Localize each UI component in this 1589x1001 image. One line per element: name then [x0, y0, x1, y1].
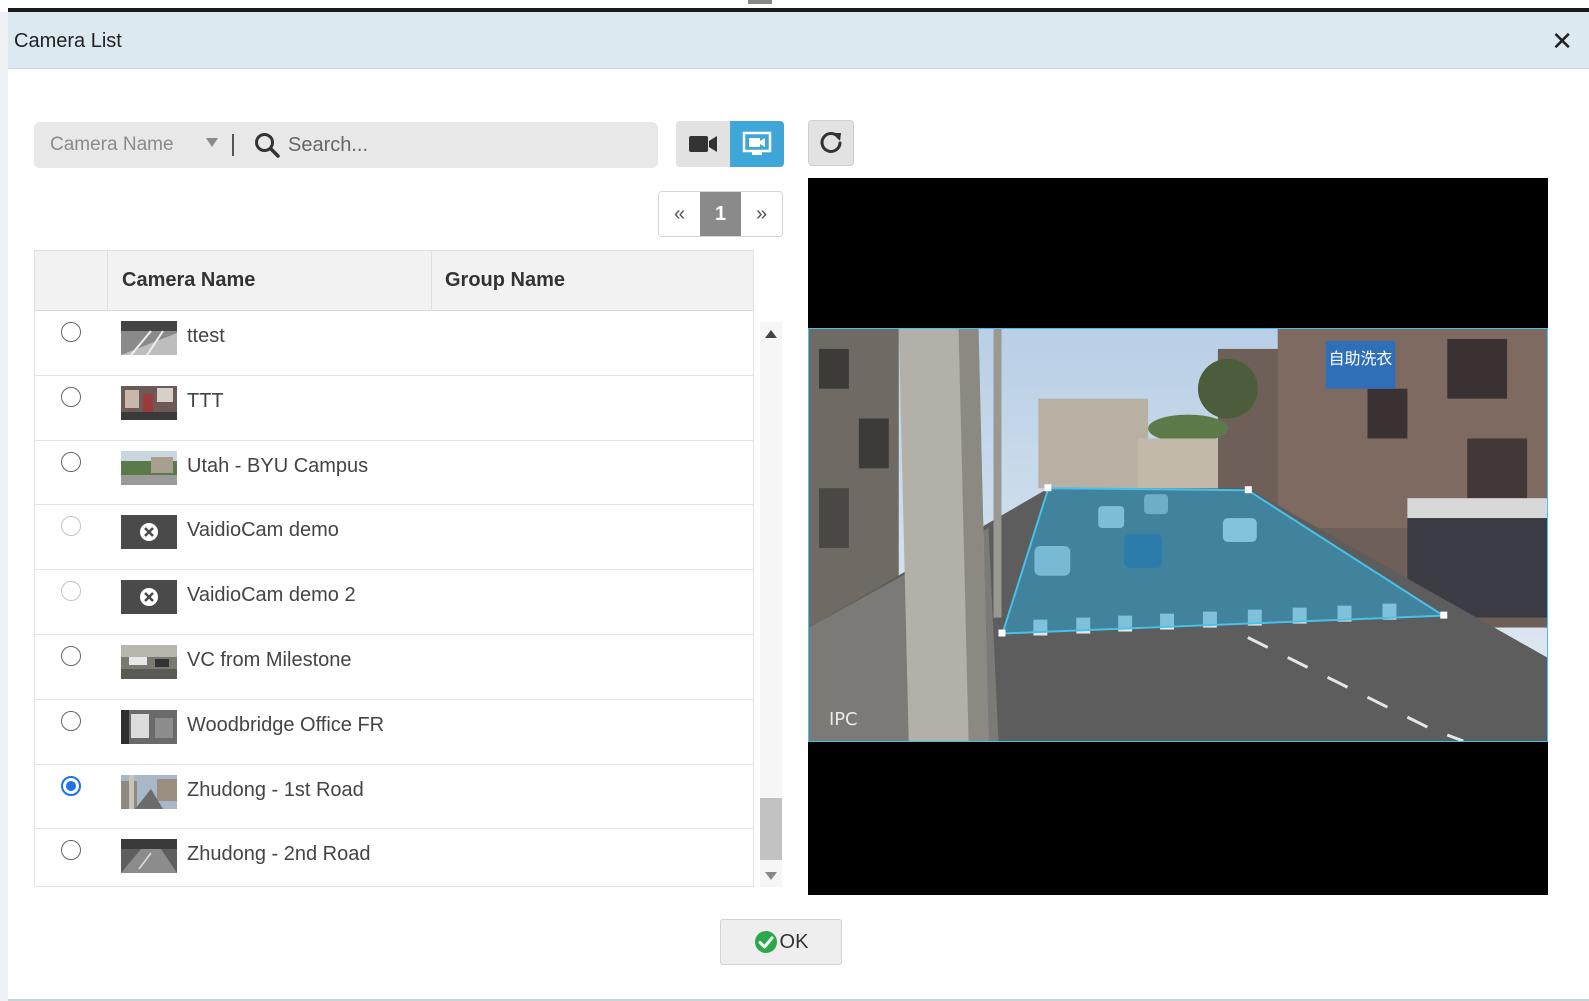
close-icon[interactable]: ✕ [1551, 26, 1573, 57]
search-icon [255, 133, 280, 158]
header-camera-name[interactable]: Camera Name [122, 269, 255, 292]
screen-camera-icon [742, 131, 772, 155]
camera-thumbnail [121, 839, 177, 874]
scroll-down-icon[interactable] [765, 872, 777, 880]
table-scrollbar[interactable] [760, 322, 782, 887]
row-radio[interactable] [61, 322, 81, 342]
camera-name: TTT [187, 389, 224, 412]
header-divider [431, 251, 432, 311]
row-radio[interactable] [61, 451, 81, 472]
dialog-titlebar: Camera List ✕ [8, 12, 1589, 69]
camera-name: Woodbridge Office FR [187, 713, 385, 736]
camera-view-button[interactable] [676, 121, 730, 167]
search-input[interactable] [288, 128, 638, 162]
preview-video-frame: 自助洗衣 IPC [808, 328, 1548, 742]
ok-label: OK [779, 930, 809, 953]
camera-name: Zhudong - 2nd Road [187, 843, 371, 866]
table-row[interactable]: VaidioCam demo [35, 505, 753, 571]
row-radio[interactable] [61, 581, 81, 602]
search-box [230, 122, 658, 168]
check-circle-icon [754, 931, 777, 953]
shop-sign: 自助洗衣 [1329, 349, 1393, 368]
filter-field-select[interactable]: Camera Name [34, 122, 228, 168]
background-edge [0, 12, 8, 1001]
video-watermark: IPC [829, 709, 858, 730]
filter-field-value: Camera Name [50, 134, 174, 155]
camera-offline-icon [121, 580, 177, 615]
camera-table: Camera Name Group Name ttest TTT Utah - … [34, 250, 754, 887]
camera-name: ttest [187, 325, 225, 347]
row-radio[interactable] [61, 386, 81, 407]
row-radio[interactable] [61, 710, 81, 731]
pager-prev-button[interactable]: « [659, 192, 700, 236]
video-camera-icon [689, 136, 717, 152]
table-row[interactable]: TTT [35, 375, 753, 441]
scroll-thumb[interactable] [760, 798, 782, 860]
camera-name: VaidioCam demo [187, 519, 339, 542]
camera-thumbnail [121, 644, 177, 679]
filter-bar: Camera Name [34, 122, 658, 168]
camera-offline-icon [121, 515, 177, 550]
table-row[interactable]: VC from Milestone [35, 634, 753, 700]
table-body: ttest TTT Utah - BYU Campus VaidioCam de… [35, 311, 753, 886]
table-row[interactable]: ttest [35, 311, 753, 376]
row-radio[interactable] [61, 645, 81, 666]
top-handle [748, 0, 772, 4]
row-radio[interactable] [61, 516, 81, 537]
scroll-up-icon[interactable] [765, 330, 777, 338]
chevron-down-icon [206, 138, 218, 147]
header-group-name[interactable]: Group Name [445, 269, 565, 292]
row-radio[interactable] [61, 775, 81, 796]
dialog-title: Camera List [14, 30, 122, 52]
ok-button[interactable]: OK [720, 919, 842, 965]
row-radio[interactable] [61, 840, 81, 861]
camera-thumbnail [121, 450, 177, 485]
pagination: « 1 » [658, 191, 783, 237]
pager-page-button[interactable]: 1 [700, 192, 741, 236]
refresh-icon [820, 132, 842, 153]
pager-next-button[interactable]: » [741, 192, 782, 236]
table-header: Camera Name Group Name [35, 251, 753, 311]
camera-preview: 自助洗衣 IPC [808, 178, 1548, 895]
camera-name: VC from Milestone [187, 648, 352, 671]
camera-thumbnail [121, 709, 177, 744]
camera-thumbnail [121, 385, 177, 420]
camera-thumbnail [121, 774, 177, 809]
camera-thumbnail [121, 321, 177, 355]
camera-list-dialog: Camera List ✕ Camera Name Search... « 1 … [8, 12, 1589, 1001]
table-row[interactable]: Woodbridge Office FR [35, 699, 753, 765]
refresh-button[interactable] [808, 120, 854, 166]
table-row[interactable]: Zhudong - 1st Road [35, 764, 753, 830]
header-divider [107, 251, 108, 311]
table-row[interactable]: VaidioCam demo 2 [35, 570, 753, 635]
camera-name: VaidioCam demo 2 [187, 584, 356, 607]
table-row[interactable]: Utah - BYU Campus [35, 440, 753, 506]
screen-view-button[interactable] [730, 121, 784, 167]
camera-name: Utah - BYU Campus [187, 454, 369, 477]
camera-name: Zhudong - 1st Road [187, 778, 364, 801]
table-row[interactable]: Zhudong - 2nd Road [35, 829, 753, 886]
